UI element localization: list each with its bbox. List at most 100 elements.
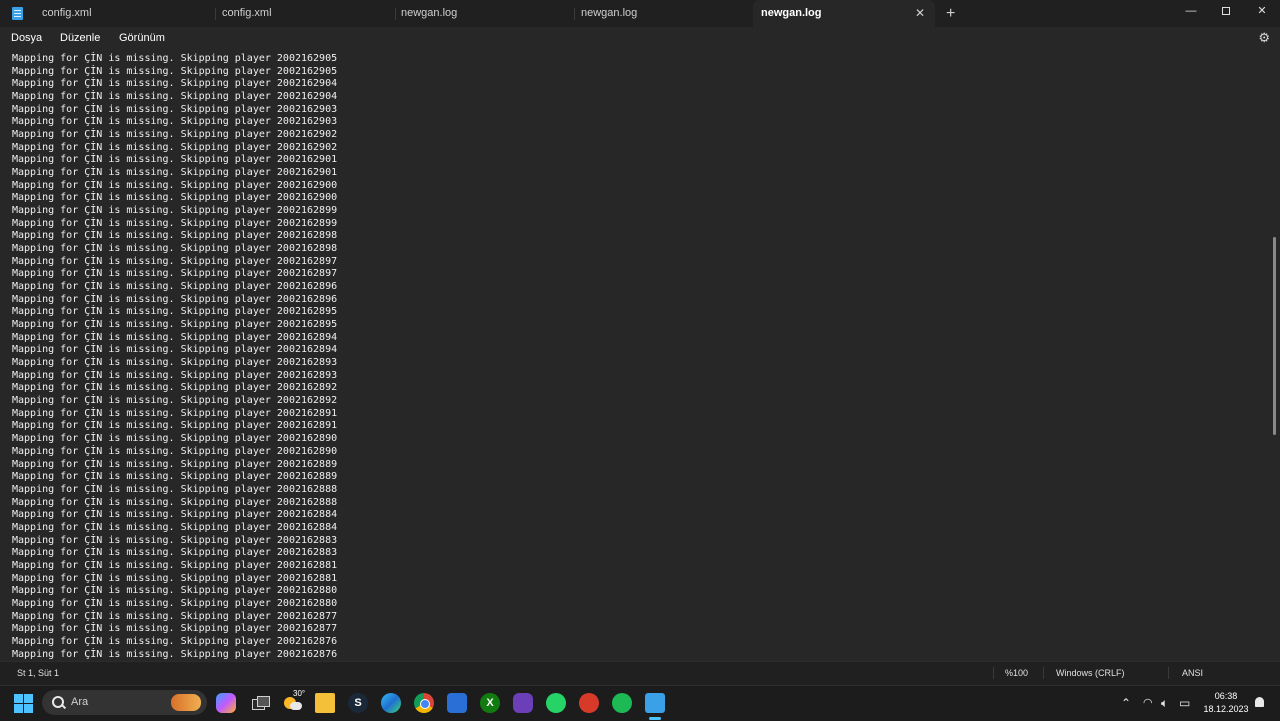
notification-bell-icon[interactable] xyxy=(1255,697,1264,707)
log-line: Mapping for ÇİN is missing. Skipping pla… xyxy=(12,179,338,191)
store-icon[interactable] xyxy=(447,693,467,713)
copilot-icon[interactable] xyxy=(216,693,236,713)
close-tab-icon[interactable]: ✕ xyxy=(915,0,925,27)
encoding[interactable]: ANSI xyxy=(1182,662,1203,684)
menu-edit[interactable]: Düzenle xyxy=(60,27,100,50)
search-icon xyxy=(52,696,64,708)
log-line: Mapping for ÇİN is missing. Skipping pla… xyxy=(12,357,338,369)
task-view-icon[interactable] xyxy=(250,693,270,713)
notepad-app-icon xyxy=(12,7,23,20)
log-line: Mapping for ÇİN is missing. Skipping pla… xyxy=(12,458,338,470)
battery-icon[interactable]: ▭ xyxy=(1179,686,1190,721)
maximize-button[interactable] xyxy=(1209,0,1243,22)
log-line: Mapping for ÇİN is missing. Skipping pla… xyxy=(12,217,338,229)
vertical-scrollbar[interactable] xyxy=(1273,237,1276,435)
log-line: Mapping for ÇİN is missing. Skipping pla… xyxy=(12,382,338,394)
editor-text: Mapping for ÇİN is missing. Skipping pla… xyxy=(12,53,337,660)
status-divider xyxy=(1043,667,1044,679)
log-line: Mapping for ÇİN is missing. Skipping pla… xyxy=(12,167,338,179)
log-line: Mapping for ÇİN is missing. Skipping pla… xyxy=(12,597,338,609)
clock-date: 18.12.2023 xyxy=(1203,704,1249,714)
taskbar: Ara 30° S X ⌃ ◠ 🔈︎ ▭ 06:38 18.12.2023 xyxy=(0,685,1280,721)
xbox-icon[interactable]: X xyxy=(480,693,500,713)
clock-time: 06:38 xyxy=(1214,691,1238,701)
gear-icon[interactable]: ⚙ xyxy=(1258,30,1270,46)
log-line: Mapping for ÇİN is missing. Skipping pla… xyxy=(12,53,338,64)
wifi-icon[interactable]: ◠ xyxy=(1143,686,1153,721)
log-line: Mapping for ÇİN is missing. Skipping pla… xyxy=(12,141,338,153)
log-line: Mapping for ÇİN is missing. Skipping pla… xyxy=(12,369,338,381)
log-line: Mapping for ÇİN is missing. Skipping pla… xyxy=(12,407,338,419)
line-ending[interactable]: Windows (CRLF) xyxy=(1056,662,1125,684)
log-line: Mapping for ÇİN is missing. Skipping pla… xyxy=(12,230,338,242)
new-tab-button[interactable]: + xyxy=(946,0,955,27)
log-line: Mapping for ÇİN is missing. Skipping pla… xyxy=(12,129,338,141)
log-line: Mapping for ÇİN is missing. Skipping pla… xyxy=(12,445,338,457)
tab-label: newgan.log xyxy=(401,7,458,19)
log-line: Mapping for ÇİN is missing. Skipping pla… xyxy=(12,78,338,90)
log-line: Mapping for ÇİN is missing. Skipping pla… xyxy=(12,534,338,546)
tab-newgan-log-2[interactable]: newgan.log xyxy=(573,0,753,27)
tab-newgan-log-active[interactable]: newgan.log ✕ xyxy=(753,0,935,27)
log-line: Mapping for ÇİN is missing. Skipping pla… xyxy=(12,268,338,280)
log-line: Mapping for ÇİN is missing. Skipping pla… xyxy=(12,331,338,343)
log-line: Mapping for ÇİN is missing. Skipping pla… xyxy=(12,154,338,166)
menu-file[interactable]: Dosya xyxy=(11,27,42,50)
log-line: Mapping for ÇİN is missing. Skipping pla… xyxy=(12,306,338,318)
log-line: Mapping for ÇİN is missing. Skipping pla… xyxy=(12,319,338,331)
game-icon[interactable] xyxy=(579,693,599,713)
chevron-up-icon[interactable]: ⌃ xyxy=(1121,686,1131,721)
log-line: Mapping for ÇİN is missing. Skipping pla… xyxy=(12,205,338,217)
status-divider xyxy=(993,667,994,679)
log-line: Mapping for ÇİN is missing. Skipping pla… xyxy=(12,572,338,584)
log-line: Mapping for ÇİN is missing. Skipping pla… xyxy=(12,483,338,495)
log-line: Mapping for ÇİN is missing. Skipping pla… xyxy=(12,91,338,103)
log-line: Mapping for ÇİN is missing. Skipping pla… xyxy=(12,103,338,115)
log-line: Mapping for ÇİN is missing. Skipping pla… xyxy=(12,116,338,128)
status-bar: St 1, Süt 1 %100 Windows (CRLF) ANSI xyxy=(0,661,1280,685)
taskbar-search[interactable]: Ara xyxy=(42,690,207,715)
log-line: Mapping for ÇİN is missing. Skipping pla… xyxy=(12,610,338,622)
start-button[interactable] xyxy=(14,694,33,713)
log-line: Mapping for ÇİN is missing. Skipping pla… xyxy=(12,344,338,356)
log-line: Mapping for ÇİN is missing. Skipping pla… xyxy=(12,521,338,533)
status-divider xyxy=(1168,667,1169,679)
clipchamp-icon[interactable] xyxy=(513,693,533,713)
close-window-button[interactable]: ✕ xyxy=(1245,0,1279,22)
tab-config-xml-2[interactable]: config.xml xyxy=(214,0,394,27)
tab-label: config.xml xyxy=(222,7,272,19)
search-highlight-icon xyxy=(171,694,201,711)
log-line: Mapping for ÇİN is missing. Skipping pla… xyxy=(12,433,338,445)
log-line: Mapping for ÇİN is missing. Skipping pla… xyxy=(12,471,338,483)
notepad-icon[interactable] xyxy=(645,693,665,713)
spotify-icon[interactable] xyxy=(612,693,632,713)
file-explorer-icon[interactable] xyxy=(315,693,335,713)
menu-view[interactable]: Görünüm xyxy=(119,27,165,50)
log-line: Mapping for ÇİN is missing. Skipping pla… xyxy=(12,496,338,508)
minimize-button[interactable]: — xyxy=(1174,0,1208,22)
text-editor[interactable]: Mapping for ÇİN is missing. Skipping pla… xyxy=(0,50,1280,660)
log-line: Mapping for ÇİN is missing. Skipping pla… xyxy=(12,547,338,559)
volume-icon[interactable]: 🔈︎ xyxy=(1161,686,1168,721)
log-line: Mapping for ÇİN is missing. Skipping pla… xyxy=(12,509,338,521)
log-line: Mapping for ÇİN is missing. Skipping pla… xyxy=(12,192,338,204)
log-line: Mapping for ÇİN is missing. Skipping pla… xyxy=(12,65,338,77)
restore-icon xyxy=(1222,7,1230,15)
menu-bar: Dosya Düzenle Görünüm ⚙ xyxy=(0,27,1280,50)
steam-icon[interactable]: S xyxy=(348,693,368,713)
log-line: Mapping for ÇİN is missing. Skipping pla… xyxy=(12,281,338,293)
whatsapp-icon[interactable] xyxy=(546,693,566,713)
log-line: Mapping for ÇİN is missing. Skipping pla… xyxy=(12,293,338,305)
log-line: Mapping for ÇİN is missing. Skipping pla… xyxy=(12,255,338,267)
tab-config-xml-1[interactable]: config.xml xyxy=(34,0,214,27)
log-line: Mapping for ÇİN is missing. Skipping pla… xyxy=(12,420,338,432)
clock[interactable]: 06:38 18.12.2023 xyxy=(1198,690,1254,716)
edge-icon[interactable] xyxy=(381,693,401,713)
tab-label: config.xml xyxy=(42,7,92,19)
chrome-icon[interactable] xyxy=(414,693,434,713)
log-line: Mapping for ÇİN is missing. Skipping pla… xyxy=(12,648,338,660)
tab-newgan-log-1[interactable]: newgan.log xyxy=(393,0,573,27)
zoom-level[interactable]: %100 xyxy=(1005,662,1028,684)
log-line: Mapping for ÇİN is missing. Skipping pla… xyxy=(12,243,338,255)
cursor-position: St 1, Süt 1 xyxy=(17,668,60,678)
